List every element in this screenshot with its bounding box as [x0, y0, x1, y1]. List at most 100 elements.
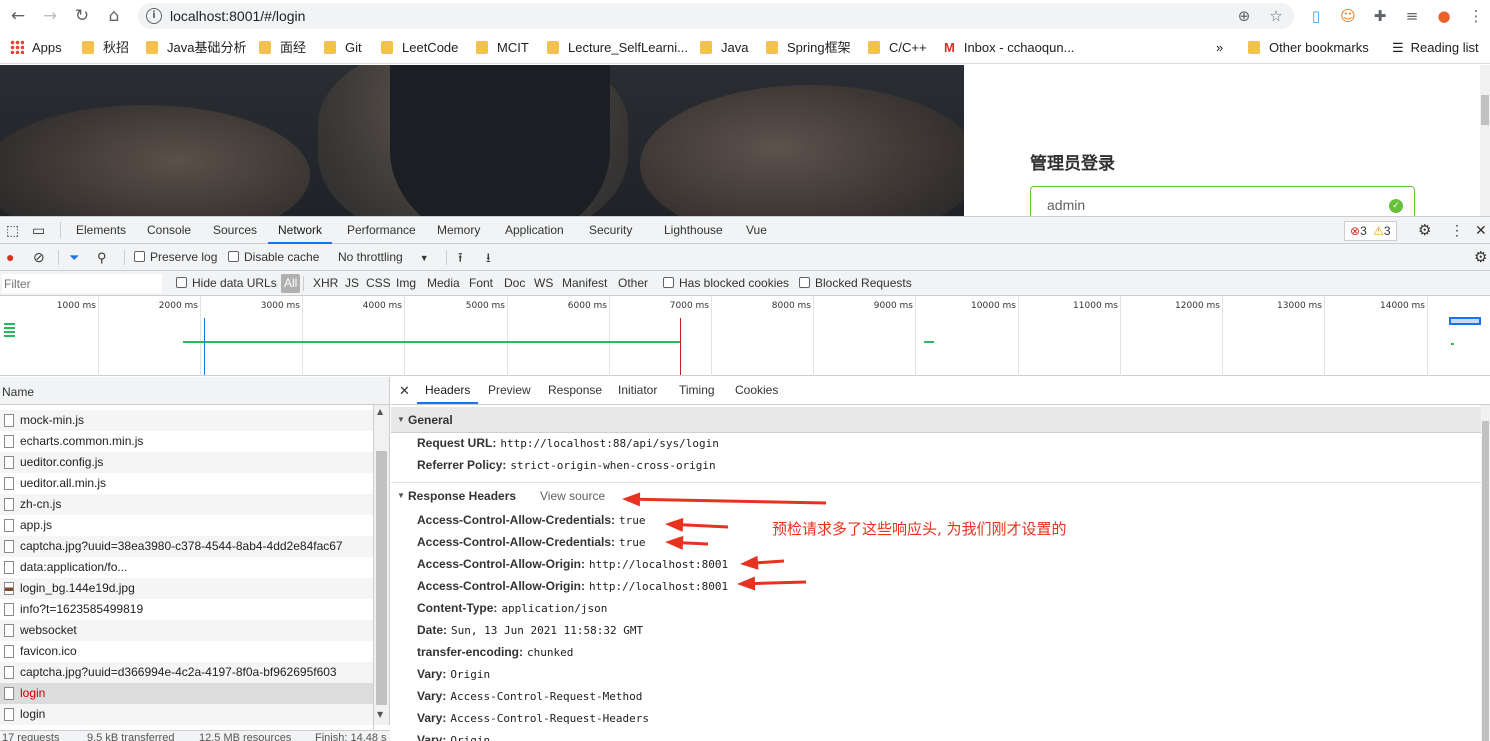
request-row[interactable]: echarts.common.min.js	[0, 431, 373, 452]
filter-icon[interactable]: ⏷	[69, 244, 79, 271]
bookmark-item[interactable]: C/C++	[868, 40, 927, 56]
bookmark-star-icon[interactable]: ☆	[1264, 4, 1288, 28]
request-row[interactable]: mock-min.js	[0, 410, 373, 431]
preserve-log-checkbox[interactable]: Preserve log	[134, 244, 217, 271]
type-filter-media[interactable]: Media	[427, 271, 460, 296]
device-toolbar-icon[interactable]: ▭	[32, 217, 45, 244]
bookmark-item[interactable]: Spring框架	[766, 40, 851, 56]
bookmark-item[interactable]: 面经	[259, 40, 306, 56]
tab-timing[interactable]: Timing	[679, 377, 715, 404]
view-source-link[interactable]: View source	[540, 483, 605, 509]
request-row[interactable]: info?t=1623585499819	[0, 599, 373, 620]
tab-lighthouse[interactable]: Lighthouse	[664, 217, 723, 244]
request-row[interactable]: data:application/fo...	[0, 557, 373, 578]
tab-application[interactable]: Application	[505, 217, 564, 244]
type-filter-xhr[interactable]: XHR	[313, 271, 338, 296]
bookmark-apps[interactable]: Apps	[10, 40, 62, 56]
menu-kebab-icon[interactable]: ⋮	[1464, 4, 1488, 28]
type-filter-css[interactable]: CSS	[366, 271, 391, 296]
tab-network[interactable]: Network	[268, 217, 333, 244]
search-icon[interactable]: ⚲	[97, 244, 107, 271]
tab-elements[interactable]: Elements	[76, 217, 126, 244]
back-icon[interactable]: ←	[6, 4, 30, 28]
request-row[interactable]: websocket	[0, 620, 373, 641]
settings-gear-icon[interactable]: ⚙	[1418, 217, 1431, 244]
disable-cache-checkbox[interactable]: Disable cache	[228, 244, 319, 271]
site-info-icon[interactable]: i	[146, 8, 162, 24]
profile-avatar-icon[interactable]: ●	[1432, 4, 1456, 28]
media-queue-icon[interactable]: ≡	[1400, 4, 1424, 28]
reading-list[interactable]: ☰ Reading list	[1392, 40, 1479, 56]
hide-data-urls-checkbox[interactable]: Hide data URLs	[176, 271, 277, 296]
type-filter-all[interactable]: All	[281, 274, 301, 293]
type-filter-img[interactable]: Img	[396, 271, 416, 296]
has-blocked-cookies-checkbox[interactable]: Has blocked cookies	[663, 271, 789, 296]
username-input[interactable]: admin ✓	[1030, 186, 1415, 220]
tab-cookies[interactable]: Cookies	[735, 377, 778, 404]
record-icon[interactable]: ●	[6, 244, 14, 271]
general-section-header[interactable]: ▼ General	[391, 407, 1481, 433]
blocked-requests-checkbox[interactable]: Blocked Requests	[799, 271, 912, 296]
close-devtools-icon[interactable]: ✕	[1475, 217, 1487, 244]
devtools-menu-icon[interactable]: ⋮	[1450, 217, 1464, 244]
name-column-header[interactable]: Name	[0, 377, 390, 405]
headers-panel-scrollbar[interactable]	[1481, 405, 1490, 741]
timeline-selection-handle[interactable]	[1449, 317, 1481, 325]
type-filter-font[interactable]: Font	[469, 271, 493, 296]
clear-icon[interactable]: ⊘	[33, 244, 45, 271]
page-scrollbar[interactable]	[1480, 65, 1490, 216]
response-headers-section-header[interactable]: ▼ Response Headers View source	[391, 483, 1481, 509]
tab-console[interactable]: Console	[147, 217, 191, 244]
bookmark-item[interactable]: MCIT	[476, 40, 529, 56]
request-row[interactable]: login	[0, 683, 373, 704]
network-timeline-overview[interactable]: 1000 ms 2000 ms 3000 ms 4000 ms 5000 ms …	[0, 296, 1490, 376]
tab-response[interactable]: Response	[548, 377, 602, 404]
bookmark-gmail[interactable]: M Inbox - cchaoqun...	[944, 40, 1074, 56]
type-filter-other[interactable]: Other	[618, 271, 648, 296]
bookmark-item[interactable]: Git	[324, 40, 362, 56]
request-row[interactable]: zh-cn.js	[0, 494, 373, 515]
bookmark-item[interactable]: Lecture_SelfLearni...	[547, 40, 688, 56]
filter-input[interactable]	[2, 274, 162, 293]
type-filter-doc[interactable]: Doc	[504, 271, 525, 296]
tab-performance[interactable]: Performance	[347, 217, 416, 244]
request-row[interactable]	[0, 405, 373, 410]
tab-memory[interactable]: Memory	[437, 217, 480, 244]
network-settings-gear-icon[interactable]: ⚙	[1474, 244, 1487, 271]
tab-headers[interactable]: Headers	[417, 377, 479, 404]
address-bar[interactable]: i localhost:8001/#/login	[138, 3, 1294, 29]
request-list-scrollbar[interactable]: ▲ ▼	[374, 405, 390, 725]
type-filter-manifest[interactable]: Manifest	[562, 271, 607, 296]
throttling-select[interactable]: No throttling ▼	[338, 244, 429, 271]
bookmark-item[interactable]: Java基础分析	[146, 40, 246, 56]
tab-security[interactable]: Security	[589, 217, 632, 244]
zoom-icon[interactable]: ⊕	[1232, 4, 1256, 28]
request-row[interactable]: captcha.jpg?uuid=38ea3980-c378-4544-8ab4…	[0, 536, 373, 557]
issues-counter[interactable]: ⊗3 ⚠3	[1344, 221, 1397, 241]
request-row[interactable]: login_bg.144e19d.jpg	[0, 578, 373, 599]
request-row[interactable]: ueditor.all.min.js	[0, 473, 373, 494]
type-filter-ws[interactable]: WS	[534, 271, 553, 296]
bookmark-item[interactable]: 秋招	[82, 40, 129, 56]
request-row[interactable]: favicon.ico	[0, 641, 373, 662]
request-row[interactable]: app.js	[0, 515, 373, 536]
forward-icon[interactable]: →	[38, 4, 62, 28]
type-filter-js[interactable]: JS	[345, 271, 359, 296]
bookmarks-overflow-button[interactable]: »	[1216, 40, 1223, 56]
inspect-element-icon[interactable]: ⬚	[6, 217, 19, 244]
close-detail-icon[interactable]: ✕	[399, 377, 410, 404]
tab-vue[interactable]: Vue	[746, 217, 767, 244]
home-icon[interactable]: ⌂	[102, 4, 126, 28]
tab-preview[interactable]: Preview	[488, 377, 531, 404]
bookmark-item[interactable]: LeetCode	[381, 40, 458, 56]
import-har-icon[interactable]: ⭱	[458, 244, 463, 271]
reload-icon[interactable]: ↻	[70, 4, 94, 28]
request-row[interactable]: login	[0, 704, 373, 725]
bookmark-item[interactable]: Java	[700, 40, 748, 56]
extension-face-icon[interactable]: ☺	[1336, 4, 1360, 28]
export-har-icon[interactable]: ⭳	[486, 244, 491, 271]
request-row[interactable]: captcha.jpg?uuid=d366994e-4c2a-4197-8f0a…	[0, 662, 373, 683]
extensions-puzzle-icon[interactable]: ✚	[1368, 4, 1392, 28]
request-row[interactable]: ueditor.config.js	[0, 452, 373, 473]
tab-initiator[interactable]: Initiator	[618, 377, 657, 404]
